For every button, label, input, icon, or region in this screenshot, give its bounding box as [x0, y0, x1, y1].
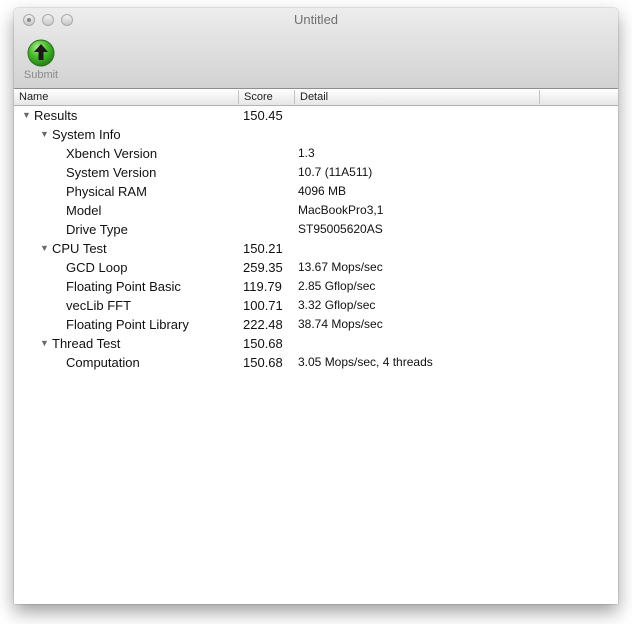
- outline-row[interactable]: Model MacBookPro3,1: [14, 201, 618, 220]
- row-name: Drive Type: [66, 222, 128, 237]
- outline-row[interactable]: Computation 150.68 3.05 Mops/sec, 4 thread…: [14, 353, 618, 372]
- row-score: 150.68: [243, 355, 283, 370]
- row-detail: 10.7 (11A511): [298, 165, 373, 179]
- outline-row[interactable]: ▼ Thread Test 150.68: [14, 334, 618, 353]
- row-detail: ST95005620AS: [298, 222, 383, 236]
- row-detail: 2.85 Gflop/sec: [298, 279, 376, 293]
- row-name: Floating Point Library: [66, 317, 189, 332]
- column-header: Name Score Detail: [14, 89, 618, 106]
- outline-row[interactable]: ▼ CPU Test 150.21: [14, 239, 618, 258]
- disclosure-triangle-icon[interactable]: ▼: [22, 106, 32, 125]
- outline-row[interactable]: Xbench Version 1.3: [14, 144, 618, 163]
- outline-row[interactable]: Physical RAM 4096 MB: [14, 182, 618, 201]
- row-name: CPU Test: [52, 241, 107, 256]
- results-outline: ▼ Results 150.45 ▼ System Info Xbench Version…: [14, 106, 618, 372]
- app-window: Untitled Submit Name Score Detail ▼ Resu…: [14, 8, 618, 604]
- row-score: 119.79: [243, 279, 282, 294]
- row-name: vecLib FFT: [66, 298, 132, 313]
- row-detail: 3.05 Mops/sec, 4 threads: [298, 355, 433, 369]
- column-header-score[interactable]: Score: [239, 89, 294, 105]
- upload-arrow-icon: [27, 39, 55, 67]
- row-name: Physical RAM: [66, 184, 147, 199]
- row-score: 150.21: [243, 241, 283, 256]
- disclosure-triangle-icon[interactable]: ▼: [40, 334, 50, 353]
- row-score: 259.35: [243, 260, 283, 275]
- row-detail: 38.74 Mops/sec: [298, 317, 383, 331]
- outline-row[interactable]: Floating Point Basic 119.79 2.85 Gflop/sec: [14, 277, 618, 296]
- outline-row[interactable]: GCD Loop 259.35 13.67 Mops/sec: [14, 258, 618, 277]
- column-header-name[interactable]: Name: [14, 89, 238, 105]
- row-score: 100.71: [243, 298, 283, 313]
- column-divider[interactable]: [539, 90, 540, 104]
- row-name: System Version: [66, 165, 157, 180]
- window-title: Untitled: [293, 12, 339, 27]
- submit-label: Submit: [23, 69, 59, 81]
- outline-row[interactable]: Drive Type ST95005620AS: [14, 220, 618, 239]
- column-header-detail[interactable]: Detail: [295, 89, 539, 105]
- row-name: Computation: [66, 355, 140, 370]
- toolbar: Untitled Submit: [14, 8, 618, 89]
- row-score: 222.48: [243, 317, 283, 332]
- row-detail: MacBookPro3,1: [298, 203, 384, 217]
- row-detail: 1.3: [298, 146, 315, 160]
- row-detail: 13.67 Mops/sec: [298, 260, 383, 274]
- row-detail: 3.32 Gflop/sec: [298, 298, 376, 312]
- row-name: Thread Test: [52, 336, 121, 351]
- row-name: Xbench Version: [66, 146, 158, 161]
- outline-row[interactable]: ▼ System Info: [14, 125, 618, 144]
- row-name: Floating Point Basic: [66, 279, 181, 294]
- row-detail: 4096 MB: [298, 184, 347, 198]
- row-name: Model: [66, 203, 102, 218]
- disclosure-triangle-icon[interactable]: ▼: [40, 125, 50, 144]
- outline-row[interactable]: vecLib FFT 100.71 3.32 Gflop/sec: [14, 296, 618, 315]
- disclosure-triangle-icon[interactable]: ▼: [40, 239, 50, 258]
- row-score: 150.68: [243, 336, 283, 351]
- outline-row[interactable]: ▼ Results 150.45: [14, 106, 618, 125]
- row-name: Results: [34, 108, 78, 123]
- row-name: System Info: [52, 127, 121, 142]
- outline-row[interactable]: Floating Point Library 222.48 38.74 Mops/s…: [14, 315, 618, 334]
- outline-row[interactable]: System Version 10.7 (11A511): [14, 163, 618, 182]
- row-name: GCD Loop: [66, 260, 128, 275]
- row-score: 150.45: [243, 108, 283, 123]
- submit-button[interactable]: Submit: [21, 39, 61, 85]
